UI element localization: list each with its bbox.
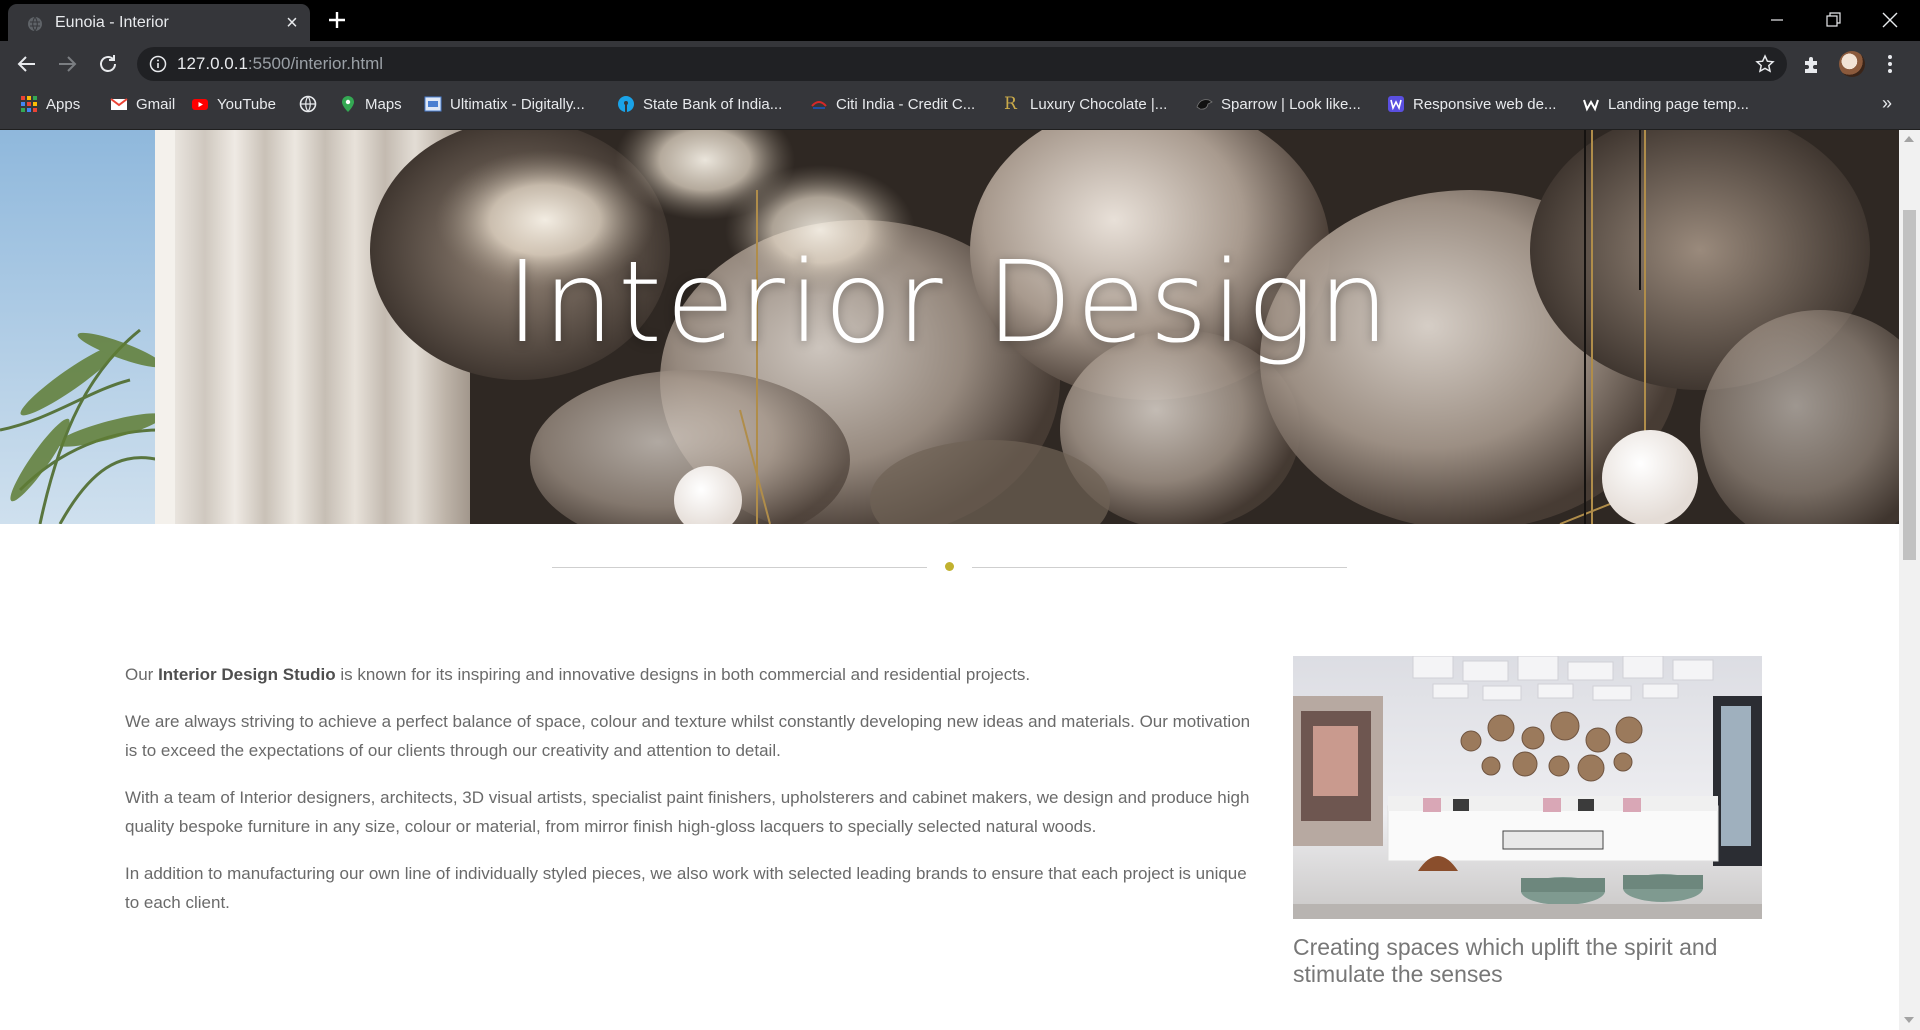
paragraph-studio: Our Interior Design Studio is known for … — [125, 660, 1255, 689]
close-window-icon[interactable] — [1875, 5, 1905, 35]
bookmark-label: YouTube — [217, 95, 276, 113]
divider-line-right — [972, 567, 1347, 568]
bookmark-label: Luxury Chocolate |... — [1030, 95, 1168, 113]
page-scrollbar[interactable] — [1899, 130, 1920, 1030]
kebab-menu-icon[interactable] — [1884, 54, 1896, 74]
bookmark-item[interactable] — [299, 87, 317, 121]
tab-strip: Eunoia - Interior × — [0, 0, 1920, 41]
bookmark-item[interactable]: State Bank of India... — [617, 87, 782, 121]
paragraph-motivation: We are always striving to achieve a perf… — [125, 712, 1251, 760]
studio-name: Interior Design Studio — [158, 665, 336, 684]
url-text[interactable]: 127.0.0.1:5500/interior.html — [177, 54, 383, 74]
bookmark-label: Landing page temp... — [1608, 95, 1749, 113]
globe-favicon-icon — [28, 16, 42, 32]
sparrow-icon — [1195, 95, 1213, 113]
tab-title: Eunoia - Interior — [55, 14, 169, 31]
extensions-puzzle-icon[interactable] — [1801, 53, 1823, 75]
scroll-down-arrow-icon[interactable] — [1904, 1017, 1914, 1023]
divider-dot — [945, 562, 954, 571]
bookmarks-bar: Apps Gmail YouTube Maps Ultimatix - Digitall… — [0, 87, 1920, 130]
minimize-icon[interactable] — [1762, 5, 1792, 35]
bookmark-label: State Bank of India... — [643, 95, 783, 113]
bookmark-item[interactable]: Citi India - Credit C... — [810, 87, 975, 121]
w-white-icon — [1582, 95, 1600, 113]
bookmark-star-icon[interactable] — [1755, 54, 1775, 74]
bookmark-label: Sparrow | Look like... — [1221, 95, 1361, 113]
site-info-icon[interactable] — [149, 55, 167, 73]
hero-banner: Interior Design — [0, 130, 1899, 524]
bookmark-label: Apps — [46, 95, 81, 113]
active-tab[interactable]: Eunoia - Interior × — [8, 4, 310, 41]
royce-icon: R — [1004, 94, 1017, 114]
living-room-image — [1293, 656, 1762, 919]
restore-icon[interactable] — [1818, 5, 1848, 35]
tata-icon — [424, 95, 442, 113]
profile-avatar[interactable] — [1839, 51, 1865, 77]
bookmark-label: Gmail — [136, 95, 176, 113]
paragraph-team: With a team of Interior designers, archi… — [125, 788, 1250, 836]
intro-text: Our Interior Design Studio is known for … — [125, 660, 1255, 935]
back-arrow-icon[interactable] — [15, 52, 39, 76]
bookmark-item[interactable]: Sparrow | Look like... — [1195, 87, 1361, 121]
citi-icon — [810, 95, 828, 113]
sbi-icon — [617, 95, 635, 113]
p1-text-end: is known for its inspiring and innovativ… — [335, 665, 1031, 684]
bookmark-item[interactable]: YouTube — [191, 87, 276, 121]
bookmark-item[interactable]: Apps — [20, 87, 80, 121]
gmail-icon — [110, 95, 128, 113]
bookmark-item[interactable]: Landing page temp... — [1582, 87, 1749, 121]
apps-grid-icon — [20, 95, 38, 113]
paragraph-brands: In addition to manufacturing our own lin… — [125, 864, 1247, 912]
w-blue-icon — [1387, 95, 1405, 113]
new-tab-icon[interactable] — [326, 9, 348, 31]
youtube-icon — [191, 95, 209, 113]
maps-icon — [339, 95, 357, 113]
forward-arrow-icon[interactable] — [55, 52, 79, 76]
more-bookmarks-chevron-icon[interactable]: » — [1882, 93, 1892, 114]
bookmark-label: Maps — [365, 95, 402, 113]
bookmark-label: Citi India - Credit C... — [836, 95, 976, 113]
address-bar[interactable]: 127.0.0.1:5500/interior.html — [137, 47, 1787, 81]
globe-icon — [299, 95, 317, 113]
image-caption: Creating spaces which uplift the spirit … — [1293, 934, 1718, 987]
p1-text-start: Our — [125, 665, 159, 684]
reload-icon[interactable] — [96, 52, 120, 76]
hero-title: Interior Design — [506, 238, 1393, 368]
bookmark-item[interactable]: Responsive web de... — [1387, 87, 1556, 121]
bookmark-item[interactable]: Maps — [339, 87, 402, 121]
bookmark-label: Ultimatix - Digitally... — [450, 95, 585, 113]
bookmark-item[interactable]: R Luxury Chocolate |... — [1004, 87, 1167, 121]
bookmark-item[interactable]: Gmail — [110, 87, 175, 121]
bookmark-item[interactable]: Ultimatix - Digitally... — [424, 87, 585, 121]
close-tab-icon[interactable]: × — [282, 13, 302, 33]
scroll-up-arrow-icon[interactable] — [1904, 136, 1914, 142]
page-viewport: Interior Design Our Interior Design Stud… — [0, 130, 1899, 1030]
scrollbar-thumb[interactable] — [1903, 210, 1916, 560]
bookmark-label: Responsive web de... — [1413, 95, 1557, 113]
url-host: 127.0.0.1 — [177, 54, 248, 73]
divider-line-left — [552, 567, 927, 568]
url-path: :5500/interior.html — [247, 54, 384, 73]
